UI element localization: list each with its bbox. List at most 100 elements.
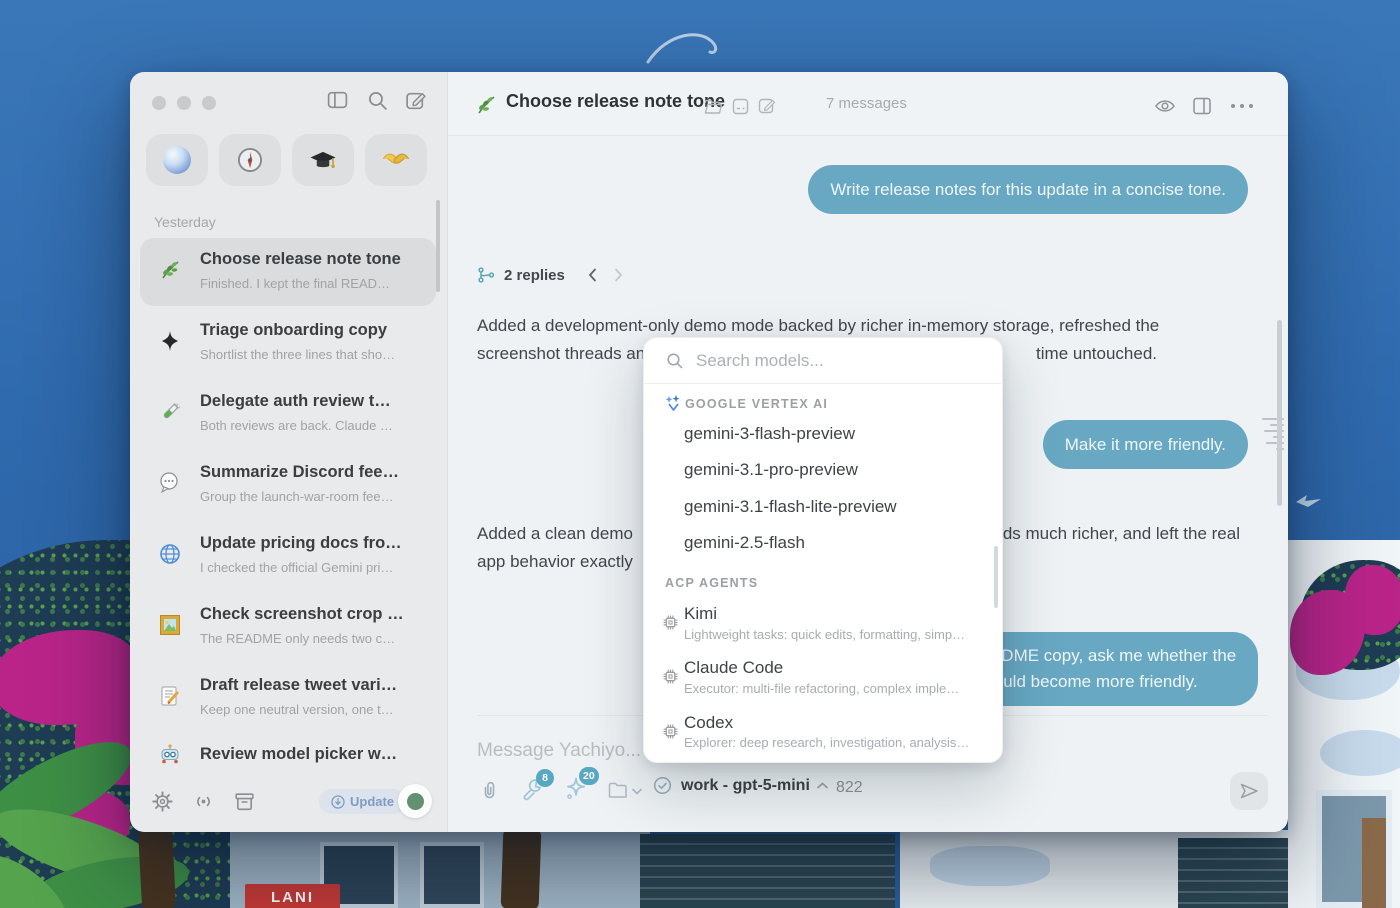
sidebar-item-triage-onboarding-copy[interactable]: Triage onboarding copy Shortlist the thr… — [140, 309, 436, 377]
model-search-row[interactable]: Search models... — [644, 338, 1002, 384]
archive-icon[interactable] — [233, 790, 256, 813]
bird-swirl — [640, 24, 750, 70]
agent-desc-kimi: Lightweight tasks: quick edits, formatti… — [684, 627, 965, 642]
update-label: Update — [350, 794, 394, 809]
workspace-button-3[interactable] — [292, 134, 354, 186]
broadcast-icon[interactable] — [192, 790, 215, 813]
model-option-gemini-2.5-flash[interactable]: gemini-2.5-flash — [684, 533, 805, 553]
sidebar-scrollbar[interactable] — [436, 200, 440, 292]
tree-trunk — [501, 827, 542, 908]
sidebar-item-delegate-auth-review[interactable]: Delegate auth review t… Both reviews are… — [140, 380, 436, 448]
vertex-ai-icon — [665, 394, 682, 411]
model-picker-dropdown: Search models... GOOGLE VERTEX AI gemini… — [643, 337, 1003, 763]
chat-scrollbar[interactable] — [1277, 320, 1282, 506]
model-name: work - gpt-5-mini — [681, 777, 810, 795]
chevron-up-icon — [817, 782, 828, 789]
wood-door — [1362, 818, 1386, 908]
storefront-sign: LANI — [245, 884, 340, 908]
test-tube-icon — [158, 400, 182, 424]
window-close-button[interactable] — [152, 96, 166, 110]
framed-picture-icon — [158, 613, 182, 637]
workspace-button-1[interactable] — [146, 134, 208, 186]
branch-icon — [477, 266, 495, 284]
messages-count: 7 messages — [826, 95, 907, 112]
globe-icon — [158, 542, 182, 566]
model-option-gemini-3.1-pro-preview[interactable]: gemini-3.1-pro-preview — [684, 460, 858, 480]
model-search-input[interactable]: Search models... — [696, 351, 824, 371]
chip-icon — [662, 723, 679, 740]
ellipsis-icon[interactable] — [1230, 103, 1254, 109]
sphere-avatar — [163, 146, 191, 174]
sidebar-item-update-pricing-docs[interactable]: Update pricing docs fro… I checked the o… — [140, 522, 436, 590]
download-circle-icon — [331, 795, 345, 809]
picker-scrollbar[interactable] — [994, 546, 998, 608]
robot-icon — [158, 743, 182, 767]
bird-icon — [1295, 492, 1325, 510]
online-status-dot — [407, 793, 424, 810]
sidebar-item-draft-release-tweet[interactable]: Draft release tweet vari… Keep one neutr… — [140, 664, 436, 732]
panel-toggle-icon[interactable] — [326, 89, 349, 112]
agent-option-claude-code[interactable]: Claude Code — [684, 658, 783, 678]
model-option-gemini-3-flash-preview[interactable]: gemini-3-flash-preview — [684, 424, 855, 444]
herb-icon — [158, 258, 182, 282]
folder-icon[interactable] — [704, 99, 723, 115]
token-count: 822 — [836, 779, 863, 797]
section-label: Yesterday — [154, 214, 216, 230]
window-minimize-button[interactable] — [177, 96, 191, 110]
speech-balloon-icon — [158, 471, 182, 495]
compose-icon[interactable] — [404, 89, 427, 112]
model-selector[interactable]: work - gpt-5-mini — [653, 776, 828, 795]
window-zoom-button[interactable] — [202, 96, 216, 110]
storefront-window — [420, 842, 484, 908]
model-option-gemini-3.1-flash-lite-preview[interactable]: gemini-3.1-flash-lite-preview — [684, 497, 897, 517]
four-pointed-star-icon — [158, 329, 182, 353]
workspace-button-2[interactable] — [219, 134, 281, 186]
sidebar-item-summarize-discord[interactable]: Summarize Discord fee… Group the launch-… — [140, 451, 436, 519]
check-circle-icon — [653, 776, 672, 795]
status-avatar[interactable] — [398, 784, 432, 818]
sidebar-item-choose-release-note-tone[interactable]: Choose release note tone Finished. I kep… — [140, 238, 436, 306]
send-plane-icon — [1239, 782, 1259, 800]
chevron-right-icon[interactable] — [614, 268, 623, 282]
replies-row: 2 replies — [477, 266, 623, 284]
section-header-google-vertex-ai: GOOGLE VERTEX AI — [685, 397, 828, 411]
eye-icon[interactable] — [1154, 97, 1176, 115]
folder-select-icon[interactable] — [608, 782, 628, 799]
chevron-left-icon[interactable] — [588, 268, 597, 282]
send-button[interactable] — [1230, 772, 1268, 810]
sidebar-item-check-screenshot-crop[interactable]: Check screenshot crop … The README only … — [140, 593, 436, 661]
sidebar-item-review-model-picker[interactable]: Review model picker w… — [140, 735, 436, 775]
herb-icon — [474, 93, 498, 117]
page-title: Choose release note tone — [506, 91, 725, 112]
screen: LANI — [0, 0, 1400, 908]
gear-icon[interactable] — [151, 790, 174, 813]
wall-shadow — [930, 846, 1050, 886]
search-icon[interactable] — [366, 89, 389, 112]
chat-header: Choose release note tone 7 messages — [448, 72, 1288, 136]
message-input[interactable]: Message Yachiyo... — [477, 740, 641, 762]
section-header-acp-agents: ACP AGENTS — [665, 576, 758, 590]
chip-icon — [662, 668, 679, 685]
chalk-menu-board — [1178, 838, 1288, 908]
search-icon — [666, 352, 684, 370]
sign-text: LANI — [271, 889, 314, 906]
user-message-bubble: Make it more friendly. — [1043, 420, 1248, 469]
replies-label: 2 replies — [504, 267, 565, 284]
chevron-down-icon[interactable] — [632, 788, 642, 795]
graduation-cap-icon — [308, 147, 338, 173]
agent-desc-codex: Explorer: deep research, investigation, … — [684, 735, 969, 750]
memo-icon — [158, 684, 182, 708]
compass-icon — [236, 146, 264, 174]
chalk-menu-board — [640, 834, 895, 908]
terminal-icon[interactable] — [732, 98, 749, 115]
edit-icon[interactable] — [758, 97, 776, 115]
chip-icon — [662, 614, 679, 631]
split-panel-icon[interactable] — [1192, 96, 1212, 116]
attachment-icon[interactable] — [478, 779, 500, 801]
update-button[interactable]: Update — [319, 789, 406, 814]
workspace-button-4[interactable] — [365, 134, 427, 186]
wall-shadow — [1320, 730, 1400, 776]
tree-trunk — [138, 825, 176, 908]
agent-option-kimi[interactable]: Kimi — [684, 604, 717, 624]
agent-option-codex[interactable]: Codex — [684, 713, 733, 733]
